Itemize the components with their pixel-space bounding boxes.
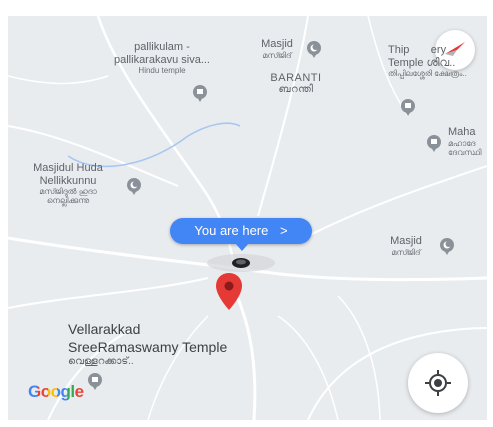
temple-icon[interactable] xyxy=(399,98,417,116)
current-location-dot xyxy=(232,258,250,268)
temple-icon[interactable] xyxy=(425,134,443,152)
temple-icon[interactable] xyxy=(86,372,104,390)
chevron-right-icon: > xyxy=(280,223,288,238)
poi-name-line2: Temple ശിവ.. xyxy=(388,56,456,69)
poi-thippilassery-temple[interactable]: Thip ery Temple ശിവ.. തിപ്പിലശ്ശേരി ക്ഷേ… xyxy=(388,44,487,78)
mosque-icon[interactable] xyxy=(438,237,456,255)
poi-name: Masjid xyxy=(261,38,293,50)
mosque-icon[interactable] xyxy=(125,177,143,195)
poi-name-line2: pallikarakavu siva... xyxy=(114,53,210,66)
area-name: BARANTI xyxy=(270,72,322,84)
poi-name-malayalam-1: മസ്ജിദുൽ ഹുദാ xyxy=(39,187,97,197)
poi-name-malayalam: മസ്ജിദ് xyxy=(391,247,421,257)
poi-name-line1: Thip ery xyxy=(388,44,447,56)
map-view[interactable]: pallikulam - pallikarakavu siva... Hindu… xyxy=(8,16,487,420)
my-location-icon xyxy=(425,370,451,396)
poi-name-malayalam-1: മഹാദേ xyxy=(448,138,476,148)
area-name-malayalam: ബറന്തി xyxy=(278,84,314,95)
poi-name-line2: Nellikkunnu xyxy=(39,174,97,187)
poi-mahadeva-temple[interactable]: Maha മഹാദേ ദേവസ്ഥി xyxy=(448,126,487,157)
poi-pallikulam-temple[interactable]: pallikulam - pallikarakavu siva... Hindu… xyxy=(92,41,232,75)
poi-name-line1: Masjidul Huda xyxy=(33,162,103,174)
mosque-icon[interactable] xyxy=(305,40,323,58)
temple-icon[interactable] xyxy=(191,84,209,102)
area-label-baranti: BARANTI ബറന്തി xyxy=(258,72,334,95)
poi-category: Hindu temple xyxy=(138,66,186,76)
place-name-line1: Vellarakkad xyxy=(68,321,141,337)
poi-masjid-north[interactable]: Masjid മസ്ജിദ് xyxy=(252,38,302,60)
google-logo-text: Google xyxy=(28,382,84,401)
poi-name: Maha xyxy=(448,126,476,138)
poi-name: Masjid xyxy=(390,235,422,247)
google-logo: Google xyxy=(28,382,84,402)
my-location-button[interactable] xyxy=(408,353,468,413)
poi-name-malayalam: മസ്ജിദ് xyxy=(262,50,292,60)
location-pin-icon[interactable] xyxy=(214,272,244,312)
poi-masjid-east[interactable]: Masjid മസ്ജിദ് xyxy=(380,235,432,257)
you-are-here-bubble[interactable]: You are here > xyxy=(170,218,312,244)
poi-name-malayalam: തിപ്പിലശ്ശേരി ക്ഷേത്രം.. xyxy=(388,69,467,79)
place-name-line2: SreeRamaswamy Temple xyxy=(68,338,228,355)
poi-name-line1: pallikulam - xyxy=(134,41,190,53)
place-name-malayalam: വെള്ളറക്കാട്.. xyxy=(68,356,134,367)
bubble-tail xyxy=(235,243,249,251)
poi-name-malayalam-2: നെല്ലിക്കുന്നു xyxy=(46,196,90,206)
you-are-here-label: You are here xyxy=(194,223,269,238)
place-label-vellarakkad-temple[interactable]: Vellarakkad SreeRamaswamy Temple വെള്ളറക… xyxy=(68,321,227,369)
poi-masjidul-huda[interactable]: Masjidul Huda Nellikkunnu മസ്ജിദുൽ ഹുദാ … xyxy=(8,162,128,206)
poi-name-malayalam-2: ദേവസ്ഥി xyxy=(448,147,482,157)
